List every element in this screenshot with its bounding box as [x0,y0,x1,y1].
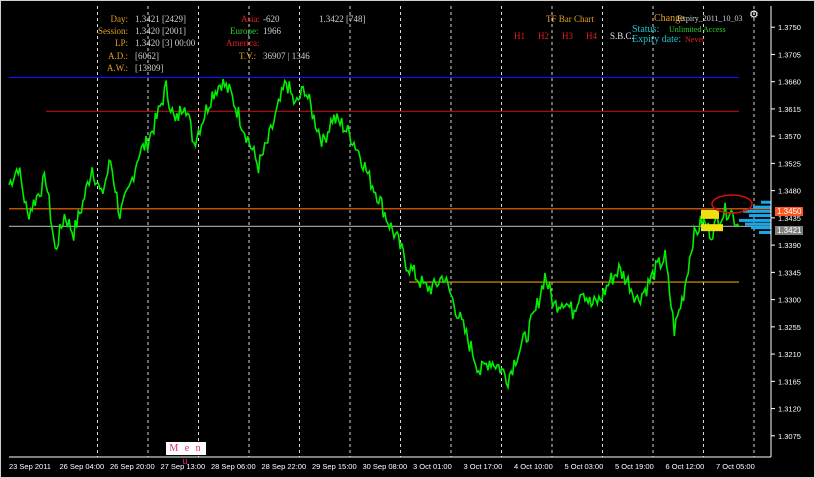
y-tick-label: 1.3705 [778,50,801,59]
tv-value: 36907 | 1346 [263,51,310,61]
x-tick-label: 26 Sep 20:00 [110,462,155,471]
time-axis: 23 Sep 2011 26 Sep 04:00 26 Sep 20:00 27 Se… [9,456,771,471]
y-tick-label: 1.3120 [778,405,801,414]
yellow-volume-block [701,224,723,232]
price-levels [9,76,771,283]
x-tick-label: 3 Oct 17:00 [464,462,503,471]
tf-item-h3[interactable]: H3 [562,31,573,41]
sbc-label: S.B.C. [610,31,634,41]
symbol-label: Expiry_2011_10_03 [677,14,743,23]
y-tick-label: 1.3480 [778,187,801,196]
yellow-volume-block [701,209,719,219]
lp-label: LP: [114,38,128,48]
y-tick-label: 1.3255 [778,323,801,332]
x-tick-label: 28 Sep 06:00 [211,462,256,471]
expiry-value: Never [685,35,705,44]
america-label: America: [226,38,260,48]
session-value: 1.3420 [2001] [135,26,186,36]
x-tick-label: 23 Sep 2011 [9,462,51,471]
x-tick-label: 6 Oct 12:00 [666,462,705,471]
x-tick-label: 28 Sep 22:00 [262,462,307,471]
tf-item-h2[interactable]: H2 [538,31,549,41]
x-tick-label: 4 Oct 10:00 [514,462,553,471]
upper-price-badge: 1.3450 [775,207,804,216]
x-tick-label: 3 Oct 01:00 [413,462,452,471]
x-tick-label: 5 Oct 19:00 [615,462,654,471]
price-series [8,78,740,391]
tv-label: T.V.: [239,51,257,61]
tf-bar-chart-title: TF Bar Chart [546,14,594,24]
y-tick-label: 1.3570 [778,132,801,141]
asia-value: -620 [263,14,280,24]
lp-value: 1.3420 [3] 00:00 [135,38,196,48]
chart-window[interactable]: 1.3750 1.3705 1.3660 1.3615 1.3570 1.3525 1.34… [0,0,815,478]
price-line [8,78,740,391]
vertical-grid [97,6,755,457]
volume-profile-bar [751,226,771,230]
y-tick-label: 1.3390 [778,241,801,250]
x-tick-label: 5 Oct 03:00 [565,462,604,471]
day-value: 1.3421 [2429] [135,14,186,24]
y-tick-label: 1.3165 [778,377,801,386]
aw-value: [13309] [135,63,164,73]
y-tick-label: 1.3525 [778,159,801,168]
x-tick-label: 29 Sep 15:00 [312,462,357,471]
y-tick-label: 1.3615 [778,105,801,114]
volume-profile-bar [759,231,771,235]
y-tick-label: 1.3300 [778,296,801,305]
x-tick-label: 26 Sep 04:00 [60,462,105,471]
x-tick-label: 7 Oct 05:00 [716,462,755,471]
volume-profile [701,194,771,235]
x-tick-label: 30 Sep 08:00 [363,462,408,471]
session-label: Session: [97,26,128,36]
europe-label: Europe: [230,26,259,36]
ad-label: A.D.: [108,51,128,61]
ad-value: [6062] [135,51,159,61]
menu-button[interactable]: M e n u [166,442,206,467]
tf-item-h4[interactable]: H4 [586,31,597,41]
y-tick-label: 1.3660 [778,78,801,87]
day-label: Day: [110,14,129,24]
volume-profile-bar [753,205,771,209]
y-tick-label: 1.3750 [778,23,801,32]
price-count: 1.3422 [748] [319,14,366,24]
volume-profile-bar [739,218,771,222]
y-tick-label: 1.3075 [778,432,801,441]
aw-label: A.W.: [106,63,128,73]
volume-profile-bar [745,222,771,226]
tf-item-h1[interactable]: H1 [514,31,525,41]
current-price-badge: 1.3421 [775,226,804,235]
y-tick-label: 1.3210 [778,350,801,359]
expiry-label: Expiry date: [632,34,682,45]
volume-profile-bar [749,214,771,218]
europe-value: 1966 [263,26,281,36]
volume-profile-bar [761,200,771,204]
y-tick-label: 1.3345 [778,268,801,277]
settings-gear-icon[interactable]: ⚙ [749,10,759,21]
asia-label: Asia: [241,14,260,24]
